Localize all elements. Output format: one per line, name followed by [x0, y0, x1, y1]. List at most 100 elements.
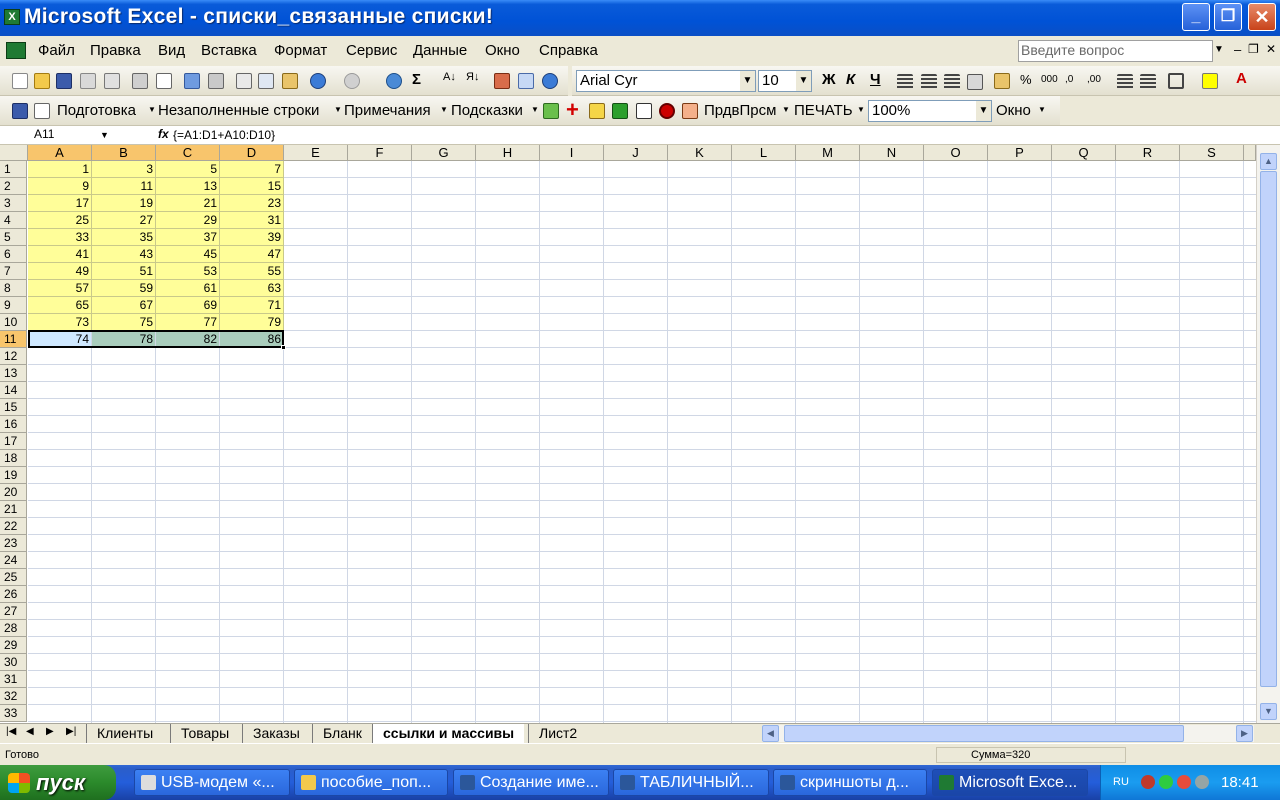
cell-a6[interactable]: 41 [28, 246, 92, 263]
underline-button[interactable]: Ч [870, 71, 881, 88]
chevron-down-icon[interactable]: ▼ [976, 101, 991, 121]
row-header-18[interactable]: 18 [0, 450, 27, 467]
row-header-26[interactable]: 26 [0, 586, 27, 603]
increase-indent-icon[interactable] [1140, 74, 1156, 90]
cell-a3[interactable]: 17 [28, 195, 92, 212]
row-header-15[interactable]: 15 [0, 399, 27, 416]
task-word-2[interactable]: ТАБЛИЧНЫЙ... [613, 769, 769, 796]
row-header-8[interactable]: 8 [0, 280, 27, 297]
sheet-tab-form[interactable]: Бланк [312, 724, 372, 743]
spelling-icon[interactable] [184, 73, 200, 89]
horizontal-scroll-thumb[interactable] [784, 725, 1184, 742]
column-header-p[interactable]: P [988, 145, 1052, 161]
align-left-icon[interactable] [897, 74, 913, 90]
sheet-tab-links-arrays[interactable]: ссылки и массивы [372, 724, 525, 743]
row-header-33[interactable]: 33 [0, 705, 27, 722]
namebox-dropdown-icon[interactable]: ▼ [100, 130, 109, 140]
font-name-select[interactable]: Arial Cyr ▼ [576, 70, 756, 92]
vertical-scroll-thumb[interactable] [1260, 171, 1277, 687]
next-sheet-icon[interactable]: ▶ [46, 726, 54, 737]
currency-icon[interactable] [994, 73, 1010, 89]
sheet-tab-clients[interactable]: Клиенты [86, 724, 164, 743]
chevron-down-icon[interactable]: ▼ [531, 105, 539, 114]
excel-app-icon[interactable]: X [4, 9, 20, 25]
worksheet-grid[interactable]: ABCDEFGHIJKLMNOPQRS 1 2 3 4 5 6 7 8 9 10 11 12 13 14 1… [0, 145, 1256, 723]
cell-b8[interactable]: 59 [92, 280, 156, 297]
cell-a10[interactable]: 73 [28, 314, 92, 331]
menu-file[interactable]: Файл [38, 42, 75, 59]
chevron-down-icon[interactable]: ▼ [857, 105, 865, 114]
chart-wizard-icon[interactable] [494, 73, 510, 89]
row-header-29[interactable]: 29 [0, 637, 27, 654]
cell-b7[interactable]: 51 [92, 263, 156, 280]
decrease-decimal-icon[interactable]: ,00 [1087, 74, 1101, 85]
cell-c10[interactable]: 77 [156, 314, 220, 331]
cell-d1[interactable]: 7 [220, 161, 284, 178]
cell-d10[interactable]: 79 [220, 314, 284, 331]
column-header-r[interactable]: R [1116, 145, 1180, 161]
cell-a8[interactable]: 57 [28, 280, 92, 297]
select-all-corner[interactable] [0, 145, 28, 161]
antivirus-icon[interactable] [1141, 775, 1155, 789]
cell-c3[interactable]: 21 [156, 195, 220, 212]
row-header-6[interactable]: 6 [0, 246, 27, 263]
help-icon[interactable] [542, 73, 558, 89]
row-header-7[interactable]: 7 [0, 263, 27, 280]
row-header-2[interactable]: 2 [0, 178, 27, 195]
permission-icon[interactable] [80, 73, 96, 89]
font-size-select[interactable]: 10 ▼ [758, 70, 812, 92]
column-header-b[interactable]: B [92, 145, 156, 161]
volume-icon[interactable] [1195, 775, 1209, 789]
cut-icon[interactable] [236, 73, 252, 89]
autosum-icon[interactable]: Σ [412, 71, 421, 88]
minimize-button[interactable]: _ [1182, 3, 1210, 31]
undo-icon[interactable] [310, 73, 326, 89]
zoom-select[interactable]: 100% ▼ [868, 100, 992, 122]
restore-button[interactable]: ❐ [1214, 3, 1242, 31]
stop-icon[interactable] [659, 103, 675, 119]
copy-icon[interactable] [258, 73, 274, 89]
menu-help[interactable]: Справка [539, 42, 598, 59]
chevron-down-icon[interactable]: ▼ [148, 105, 156, 114]
cell-c5[interactable]: 37 [156, 229, 220, 246]
cell-c8[interactable]: 61 [156, 280, 220, 297]
cell-a1[interactable]: 1 [28, 161, 92, 178]
preview-menu[interactable]: ПрдвПрсм [704, 102, 776, 119]
scroll-down-icon[interactable]: ▼ [1260, 703, 1277, 720]
column-header-m[interactable]: M [796, 145, 860, 161]
menu-data[interactable]: Данные [413, 42, 467, 59]
decrease-indent-icon[interactable] [1117, 74, 1133, 90]
row-header-31[interactable]: 31 [0, 671, 27, 688]
print-preview-icon[interactable] [156, 73, 172, 89]
prepare-menu[interactable]: Подготовка [57, 102, 136, 119]
align-right-icon[interactable] [944, 74, 960, 90]
menu-edit[interactable]: Правка [90, 42, 141, 59]
row-header-16[interactable]: 16 [0, 416, 27, 433]
column-header-k[interactable]: K [668, 145, 732, 161]
cell-a2[interactable]: 9 [28, 178, 92, 195]
cell-c6[interactable]: 45 [156, 246, 220, 263]
row-header-1[interactable]: 1 [0, 161, 27, 178]
bmp-icon[interactable] [612, 103, 628, 119]
hyperlink-icon[interactable] [386, 73, 402, 89]
row-header-28[interactable]: 28 [0, 620, 27, 637]
preview-icon[interactable] [34, 103, 50, 119]
chevron-down-icon[interactable]: ▼ [334, 105, 342, 114]
row-header-11[interactable]: 11 [0, 331, 27, 348]
row-header-23[interactable]: 23 [0, 535, 27, 552]
research-icon[interactable] [208, 73, 224, 89]
open-icon[interactable] [34, 73, 50, 89]
menu-insert[interactable]: Вставка [201, 42, 257, 59]
chevron-down-icon[interactable]: ▼ [796, 71, 811, 91]
formula-input[interactable]: {=A1:D1+A10:D10} [173, 128, 275, 142]
cell-c9[interactable]: 69 [156, 297, 220, 314]
column-header-s[interactable]: S [1180, 145, 1244, 161]
cell-b4[interactable]: 27 [92, 212, 156, 229]
italic-button[interactable]: К [846, 71, 855, 88]
chevron-down-icon[interactable]: ▼ [1038, 105, 1046, 114]
align-center-icon[interactable] [921, 74, 937, 90]
task-excel[interactable]: Microsoft Exce... [932, 769, 1088, 796]
cell-d7[interactable]: 55 [220, 263, 284, 280]
column-header-h[interactable]: H [476, 145, 540, 161]
prev-sheet-icon[interactable]: ◀ [26, 726, 34, 737]
